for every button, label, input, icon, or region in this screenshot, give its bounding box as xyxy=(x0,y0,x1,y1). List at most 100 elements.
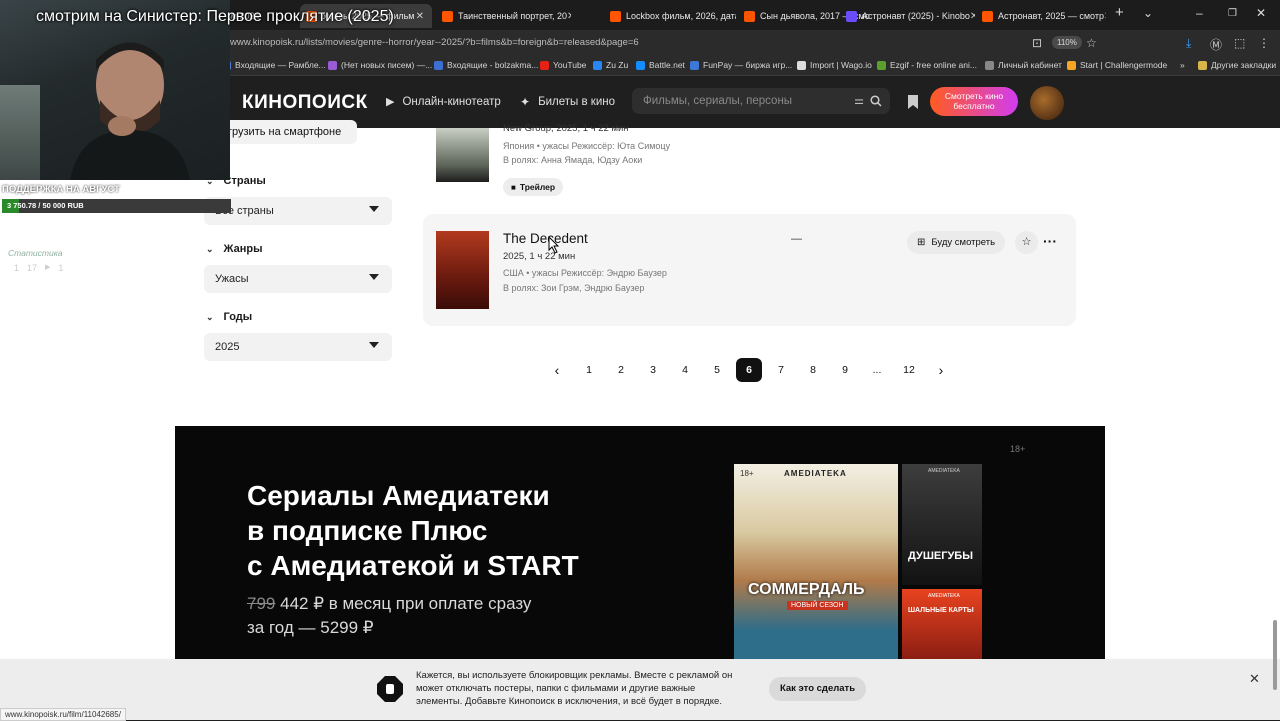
filter-settings-icon[interactable]: ⚌ xyxy=(854,94,864,107)
streamer-silhouette xyxy=(70,30,190,180)
tab-close-icon[interactable]: ✕ xyxy=(970,11,975,22)
tab-close-icon[interactable]: ✕ xyxy=(567,11,571,22)
webcam-overlay xyxy=(0,0,230,180)
browser-tab-5[interactable]: Lockbox фильм, 2026, дата✕ xyxy=(604,4,736,28)
tab-label: Таинственный портрет, 20 xyxy=(458,11,567,21)
rate-star-icon[interactable]: ☆ xyxy=(1015,231,1038,254)
page-link[interactable]: 4 xyxy=(672,358,698,382)
page-link[interactable]: 5 xyxy=(704,358,730,382)
adblock-line: элементы. Добавьте Кинопоиск в исключени… xyxy=(416,695,732,708)
page-link[interactable]: 2 xyxy=(608,358,634,382)
tab-favicon xyxy=(442,11,453,22)
nav-tickets[interactable]: ✦Билеты в кино xyxy=(520,95,615,109)
tab-list-chevron-icon[interactable]: ⌄ xyxy=(1143,6,1153,20)
page-link[interactable]: 8 xyxy=(800,358,826,382)
other-bookmarks[interactable]: Другие закладки xyxy=(1198,60,1276,70)
page-link[interactable]: 7 xyxy=(768,358,794,382)
tab-close-icon[interactable]: ✕ xyxy=(1104,11,1106,22)
trailer-button[interactable]: ■Трейлер xyxy=(503,178,563,196)
install-app-icon[interactable]: ⊡ xyxy=(1032,36,1042,50)
download-icon[interactable]: ⤓ xyxy=(1186,36,1191,51)
browser-tab-4[interactable]: Таинственный портрет, 20✕ xyxy=(436,4,571,28)
bookmark-item[interactable]: Zu Zu xyxy=(593,60,628,70)
bookmark-item[interactable]: Входящие - bolzakma... xyxy=(434,60,538,70)
scrollbar-thumb[interactable] xyxy=(1273,620,1277,690)
bookmark-item[interactable]: Battle.net xyxy=(636,60,685,70)
movie-meta: New Group, 2025, 1 ч 22 мин xyxy=(503,123,629,134)
menu-icon[interactable]: ⋮ xyxy=(1258,36,1270,50)
search-input[interactable]: Фильмы, сериалы, персоны ⚌ xyxy=(632,88,890,114)
extensions-icon[interactable]: ⬚ xyxy=(1234,36,1245,50)
new-tab-icon[interactable]: + xyxy=(1115,4,1124,21)
movie-poster[interactable] xyxy=(436,231,489,309)
banner-poster-main[interactable]: 18+ AMEDIATEKA СОММЕРДАЛЬ НОВЫЙ СЕЗОН xyxy=(734,464,898,659)
next-page-chevron-icon[interactable]: › xyxy=(928,358,954,382)
url-field[interactable]: www.kinopoisk.ru/lists/movies/genre--hor… xyxy=(230,37,639,48)
bookmark-label: Battle.net xyxy=(649,60,685,70)
page-link-current[interactable]: 6 xyxy=(736,358,762,382)
genres-select[interactable]: Ужасы xyxy=(204,265,392,293)
browser-tab-8[interactable]: Астронавт, 2025 — смотр✕ xyxy=(976,4,1106,28)
bookmark-item[interactable]: (Нет новых писем) —... xyxy=(328,60,432,70)
app-download-button[interactable]: грузить на смартфоне xyxy=(222,120,357,144)
tab-close-icon[interactable]: ✕ xyxy=(416,11,424,22)
search-icon[interactable] xyxy=(870,95,882,107)
bookmark-item[interactable]: Ezgif - free online ani... xyxy=(877,60,977,70)
adblock-howto-button[interactable]: Как это сделать xyxy=(769,677,866,701)
bookmark-item[interactable]: Start | Challengermode xyxy=(1067,60,1167,70)
user-avatar[interactable] xyxy=(1030,86,1064,120)
watch-free-button[interactable]: Смотреть кино бесплатно xyxy=(930,87,1018,116)
bookmark-item[interactable]: Import | Wago.io xyxy=(797,60,872,70)
page-background-right xyxy=(1105,128,1280,659)
bookmark-label: Личный кабинет xyxy=(998,60,1062,70)
bookmark-item[interactable]: Личный кабинет xyxy=(985,60,1062,70)
filter-years-header[interactable]: ⌄Годы xyxy=(206,311,252,323)
bookmark-star-icon[interactable]: ☆ xyxy=(1086,36,1097,50)
page-link[interactable]: 3 xyxy=(640,358,666,382)
kinopoisk-logo[interactable]: КИНОПОИСК xyxy=(242,92,368,114)
folder-icon xyxy=(1198,61,1207,70)
adblock-line: Кажется, вы используете блокировщик рекл… xyxy=(416,669,732,682)
bookmark-item[interactable]: YouTube xyxy=(540,60,586,70)
page-link[interactable]: 1 xyxy=(576,358,602,382)
cabinet-icon xyxy=(985,61,994,70)
bookmark-item[interactable]: FunPay — биржа игр... xyxy=(690,60,792,70)
profile-m-icon[interactable]: Ⓜ xyxy=(1210,36,1222,53)
page-ellipsis: ... xyxy=(864,358,890,382)
ezgif-icon xyxy=(877,61,886,70)
restore-icon[interactable]: ❐ xyxy=(1228,8,1237,19)
bookmark-item[interactable]: Входящие — Рамбле... xyxy=(222,60,326,70)
bookmark-overflow-chevron-icon[interactable]: » xyxy=(1180,60,1185,70)
zoom-indicator[interactable]: 110% xyxy=(1052,36,1082,49)
close-window-icon[interactable]: ✕ xyxy=(1256,6,1266,20)
banner-headline: Сериалы Амедиатеки в подписке Плюс с Аме… xyxy=(247,478,579,583)
nav-online-cinema[interactable]: ▶Онлайн-кинотеатр xyxy=(386,95,501,108)
movie-poster[interactable] xyxy=(436,128,489,182)
more-options-icon[interactable]: ··· xyxy=(1042,231,1058,254)
page-link[interactable]: 12 xyxy=(896,358,922,382)
movie-info: США • ужасы Режиссёр: Эндрю Баузер xyxy=(503,268,667,278)
banner-poster-2[interactable]: AMEDIATEKA ДУШЕГУБЫ xyxy=(902,464,982,585)
banner-poster-3[interactable]: AMEDIATEKA ШАЛЬНЫЕ КАРТЫ xyxy=(902,589,982,659)
bookmark-label: Start | Challengermode xyxy=(1080,60,1167,70)
filter-genres-header[interactable]: ⌄Жанры xyxy=(206,243,263,255)
years-select[interactable]: 2025 xyxy=(204,333,392,361)
search-placeholder: Фильмы, сериалы, персоны xyxy=(643,95,792,107)
movie-title[interactable]: The Decedent xyxy=(503,231,588,246)
play-icon: ▶ xyxy=(45,263,50,273)
bookmark-icon[interactable] xyxy=(908,95,918,109)
app-download-label: грузить на смартфоне xyxy=(228,126,341,138)
countries-select[interactable]: Все страны xyxy=(204,197,392,225)
prev-page-chevron-icon[interactable]: ‹ xyxy=(544,358,570,382)
minimize-icon[interactable]: – xyxy=(1196,6,1203,20)
challengermode-icon xyxy=(1067,61,1076,70)
watch-later-button[interactable]: ⊞Буду смотреть xyxy=(907,231,1005,254)
close-icon[interactable]: ✕ xyxy=(1249,671,1260,687)
stream-title: смотрим на Синистер: Первое проклятие (2… xyxy=(36,8,394,26)
adblock-text: Кажется, вы используете блокировщик рекл… xyxy=(416,669,732,708)
page-link[interactable]: 9 xyxy=(832,358,858,382)
bookmark-label: Import | Wago.io xyxy=(810,60,872,70)
browser-tab-7[interactable]: Астронавт (2025) - Kinobo✕ xyxy=(840,4,975,28)
bookmark-label: YouTube xyxy=(553,60,586,70)
tab-label: Астронавт (2025) - Kinobo xyxy=(862,11,970,21)
